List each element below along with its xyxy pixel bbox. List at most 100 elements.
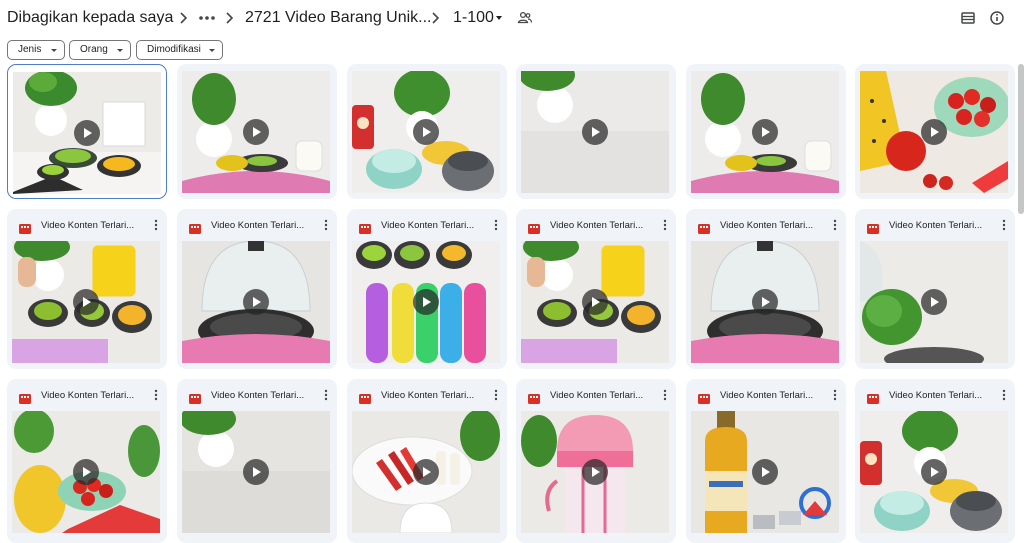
video-thumbnail: [182, 71, 330, 193]
breadcrumb-folder[interactable]: 2721 Video Barang Unik...: [243, 6, 434, 30]
filter-modified-label: Dimodifikasi: [147, 44, 201, 55]
file-card[interactable]: Video Konten Terlari...: [855, 209, 1015, 369]
card-header: Video Konten Terlari...: [347, 209, 507, 240]
card-header: Video Konten Terlari...: [855, 209, 1015, 240]
play-icon: [752, 459, 778, 485]
file-name: Video Konten Terlari...: [211, 390, 305, 401]
file-name: Video Konten Terlari...: [381, 220, 475, 231]
video-thumbnail: [12, 241, 160, 363]
video-file-icon: [19, 221, 31, 234]
card-header: Video Konten Terlari...: [7, 209, 167, 240]
file-name: Video Konten Terlari...: [41, 390, 135, 401]
play-icon: [74, 120, 100, 146]
file-card[interactable]: [347, 64, 507, 199]
file-card[interactable]: Video Konten Terlari...: [7, 209, 167, 369]
chevron-down-icon[interactable]: [496, 16, 502, 20]
file-card[interactable]: Video Konten Terlari...: [516, 209, 676, 369]
file-card[interactable]: [177, 64, 337, 199]
video-thumbnail: [12, 411, 160, 533]
play-icon: [582, 459, 608, 485]
video-thumbnail: [860, 411, 1008, 533]
card-header: Video Konten Terlari...: [686, 209, 846, 240]
info-icon[interactable]: [987, 8, 1007, 28]
more-vert-icon[interactable]: [493, 218, 499, 232]
play-icon: [921, 119, 947, 145]
shared-people-icon: [517, 10, 533, 26]
play-icon: [73, 289, 99, 315]
file-card[interactable]: Video Konten Terlari...: [347, 379, 507, 543]
filter-people-label: Orang: [80, 44, 108, 55]
filter-type-chip[interactable]: Jenis: [7, 40, 65, 60]
more-vert-icon[interactable]: [832, 388, 838, 402]
file-card[interactable]: [7, 64, 167, 199]
file-card[interactable]: [686, 64, 846, 199]
card-header: Video Konten Terlari...: [516, 209, 676, 240]
more-vert-icon[interactable]: [323, 218, 329, 232]
file-card[interactable]: Video Konten Terlari...: [347, 209, 507, 369]
file-card[interactable]: [855, 64, 1015, 199]
play-icon: [582, 119, 608, 145]
filter-modified-chip[interactable]: Dimodifikasi: [136, 40, 223, 60]
video-thumbnail: [352, 411, 500, 533]
play-icon: [413, 289, 439, 315]
video-thumbnail: [521, 411, 669, 533]
file-card[interactable]: [516, 64, 676, 199]
file-card[interactable]: Video Konten Terlari...: [855, 379, 1015, 543]
file-card[interactable]: Video Konten Terlari...: [516, 379, 676, 543]
play-icon: [243, 289, 269, 315]
more-vert-icon[interactable]: [323, 388, 329, 402]
card-header: Video Konten Terlari...: [7, 379, 167, 410]
video-thumbnail: [352, 241, 500, 363]
video-thumbnail: [860, 71, 1008, 193]
file-card[interactable]: Video Konten Terlari...: [177, 209, 337, 369]
dropdown-arrow-icon: [51, 49, 57, 52]
video-file-icon: [528, 391, 540, 404]
breadcrumb-current-folder[interactable]: 1-100: [451, 6, 496, 30]
more-vert-icon[interactable]: [153, 388, 159, 402]
video-file-icon: [698, 391, 710, 404]
video-thumbnail: [182, 241, 330, 363]
file-name: Video Konten Terlari...: [381, 390, 475, 401]
file-card[interactable]: Video Konten Terlari...: [7, 379, 167, 543]
card-header: Video Konten Terlari...: [686, 379, 846, 410]
more-vert-icon[interactable]: [153, 218, 159, 232]
video-file-icon: [528, 221, 540, 234]
play-icon: [243, 459, 269, 485]
breadcrumb-shared-with-me[interactable]: Dibagikan kepada saya: [5, 6, 175, 30]
play-icon: [73, 459, 99, 485]
more-vert-icon[interactable]: [1001, 388, 1007, 402]
video-thumbnail: [860, 241, 1008, 363]
more-vert-icon[interactable]: [662, 218, 668, 232]
file-name: Video Konten Terlari...: [550, 220, 644, 231]
video-thumbnail: [13, 72, 161, 194]
video-thumbnail: [521, 241, 669, 363]
filter-people-chip[interactable]: Orang: [69, 40, 131, 60]
video-file-icon: [189, 221, 201, 234]
file-card[interactable]: Video Konten Terlari...: [177, 379, 337, 543]
video-file-icon: [867, 221, 879, 234]
file-name: Video Konten Terlari...: [41, 220, 135, 231]
play-icon: [921, 289, 947, 315]
more-vert-icon[interactable]: [832, 218, 838, 232]
more-horiz-icon[interactable]: [196, 6, 218, 30]
dropdown-arrow-icon: [117, 49, 123, 52]
video-file-icon: [359, 221, 371, 234]
more-vert-icon[interactable]: [493, 388, 499, 402]
chevron-right-icon: [176, 7, 192, 29]
play-icon: [752, 119, 778, 145]
card-header: Video Konten Terlari...: [855, 379, 1015, 410]
card-header: Video Konten Terlari...: [177, 379, 337, 410]
file-name: Video Konten Terlari...: [889, 390, 983, 401]
file-name: Video Konten Terlari...: [550, 390, 644, 401]
filter-type-label: Jenis: [18, 44, 42, 55]
more-vert-icon[interactable]: [1001, 218, 1007, 232]
card-header: Video Konten Terlari...: [516, 379, 676, 410]
video-file-icon: [189, 391, 201, 404]
file-card[interactable]: Video Konten Terlari...: [686, 379, 846, 543]
more-vert-icon[interactable]: [662, 388, 668, 402]
chevron-right-icon: [222, 7, 238, 29]
file-name: Video Konten Terlari...: [211, 220, 305, 231]
list-view-icon[interactable]: [958, 8, 978, 28]
scrollbar[interactable]: [1018, 64, 1024, 214]
file-card[interactable]: Video Konten Terlari...: [686, 209, 846, 369]
